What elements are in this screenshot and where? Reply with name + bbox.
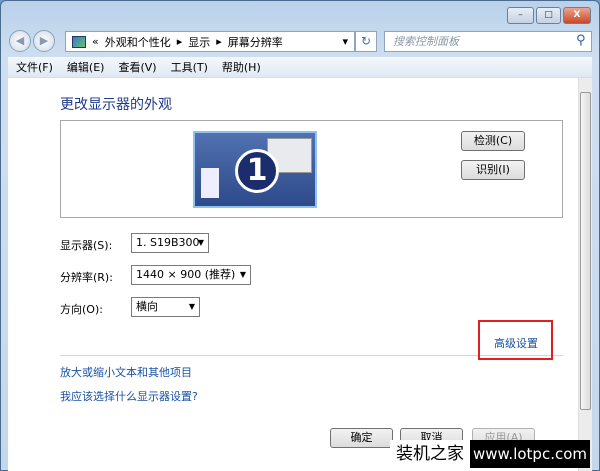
detect-button[interactable]: 检测(C) bbox=[461, 131, 525, 151]
address-bar[interactable]: « 外观和个性化 ▸ 显示 ▸ 屏幕分辨率 ▾ bbox=[65, 31, 355, 52]
breadcrumb-item[interactable]: 屏幕分辨率 bbox=[228, 34, 283, 50]
display-help-link[interactable]: 我应该选择什么显示器设置? bbox=[60, 388, 198, 404]
text-size-link[interactable]: 放大或缩小文本和其他项目 bbox=[60, 364, 192, 380]
minimize-button[interactable]: – bbox=[507, 7, 534, 24]
start-menu-icon bbox=[201, 168, 219, 198]
address-dropdown-icon[interactable]: ▾ bbox=[342, 35, 348, 48]
orientation-select[interactable]: 横向 ▼ bbox=[131, 297, 200, 317]
display-select[interactable]: 1. S19B300 ▼ bbox=[131, 233, 209, 253]
breadcrumb-item[interactable]: 显示 bbox=[188, 34, 210, 50]
maximize-button[interactable]: □ bbox=[536, 7, 561, 24]
chevron-down-icon: ▼ bbox=[188, 302, 195, 311]
menu-bar: 文件(F) 编辑(E) 查看(V) 工具(T) 帮助(H) bbox=[8, 57, 592, 77]
resolution-select[interactable]: 1440 × 900 (推荐) ▼ bbox=[131, 265, 251, 285]
resolution-label: 分辨率(R): bbox=[60, 271, 113, 284]
advanced-settings-link[interactable]: 高级设置 bbox=[494, 335, 538, 351]
chevron-down-icon: ▼ bbox=[197, 238, 204, 247]
resolution-value: 1440 × 900 (推荐) bbox=[136, 268, 236, 281]
menu-help[interactable]: 帮助(H) bbox=[222, 59, 261, 75]
chevron-down-icon: ▼ bbox=[239, 270, 246, 279]
ok-button[interactable]: 确定 bbox=[330, 428, 393, 448]
menu-view[interactable]: 查看(V) bbox=[118, 59, 156, 75]
watermark-url: www.lotpc.com bbox=[470, 440, 590, 468]
breadcrumb-item[interactable]: 外观和个性化 bbox=[105, 34, 171, 50]
search-input[interactable]: 搜索控制面板 bbox=[384, 31, 592, 52]
refresh-button[interactable]: ↻ bbox=[355, 31, 377, 52]
identify-button[interactable]: 识别(I) bbox=[461, 160, 525, 180]
breadcrumb-separator[interactable]: ▸ bbox=[177, 35, 183, 48]
monitor-1-preview[interactable]: 1 bbox=[193, 131, 317, 208]
close-button[interactable]: X bbox=[563, 7, 591, 24]
breadcrumb-separator[interactable]: ▸ bbox=[216, 35, 222, 48]
watermark-text: 装机之家 bbox=[390, 440, 470, 468]
page-title: 更改显示器的外观 bbox=[60, 97, 172, 113]
menu-edit[interactable]: 编辑(E) bbox=[67, 59, 105, 75]
control-panel-icon bbox=[72, 35, 86, 48]
display-value: 1. S19B300 bbox=[136, 236, 200, 249]
orientation-value: 横向 bbox=[136, 300, 158, 313]
menu-tools[interactable]: 工具(T) bbox=[171, 59, 208, 75]
search-icon[interactable]: ⚲ bbox=[576, 33, 586, 48]
breadcrumb-prefix: « bbox=[92, 35, 99, 48]
display-label: 显示器(S): bbox=[60, 239, 113, 252]
monitor-number-badge: 1 bbox=[235, 149, 279, 193]
forward-button[interactable]: ▶ bbox=[33, 30, 55, 52]
menu-file[interactable]: 文件(F) bbox=[16, 59, 53, 75]
scrollbar-thumb[interactable] bbox=[580, 92, 591, 410]
back-button[interactable]: ◀ bbox=[9, 30, 31, 52]
orientation-label: 方向(O): bbox=[60, 303, 103, 316]
